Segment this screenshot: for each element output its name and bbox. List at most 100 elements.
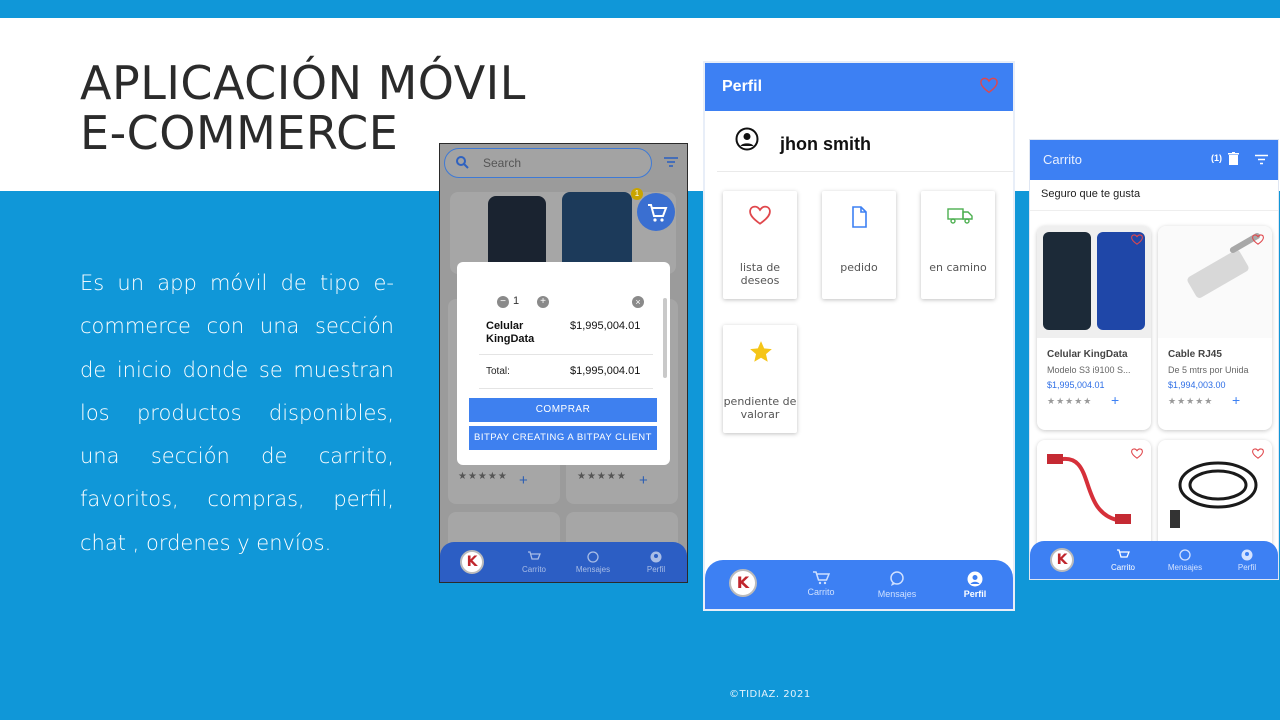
cart-fab-button[interactable]	[637, 193, 675, 231]
buy-button[interactable]: COMPRAR	[469, 398, 657, 422]
product-description: De 5 mtrs por Unida	[1168, 365, 1249, 375]
search-placeholder: Search	[483, 156, 522, 170]
add-to-cart-icon[interactable]: +	[1232, 392, 1240, 408]
product-rating: ★★★★★	[1168, 396, 1214, 406]
divider	[479, 388, 653, 389]
product-card[interactable]	[1158, 440, 1272, 550]
nav-cart-label: Carrito	[521, 565, 546, 574]
nav-messages[interactable]: Mensajes	[570, 551, 616, 574]
divider	[1030, 210, 1278, 211]
cart-icon	[1117, 549, 1130, 558]
header-title: Carrito	[1043, 152, 1083, 167]
tile-pending-review-label: pendiente de valorar	[723, 395, 797, 421]
home-logo-icon[interactable]: K	[1050, 548, 1074, 572]
heart-icon[interactable]	[1131, 448, 1143, 460]
bottom-nav: K Carrito Mensajes Perfil	[1030, 541, 1278, 579]
decrease-qty-button[interactable]: −	[497, 296, 509, 308]
truck-icon	[947, 208, 973, 224]
nav-cart[interactable]: Carrito	[799, 571, 843, 597]
nav-profile-label: Perfil	[1237, 563, 1257, 572]
phone-home-screenshot: Search 1 ★★★★★ + ★★★★★ + − 1 + × Celular…	[439, 143, 688, 583]
product-rating: ★★★★★	[458, 471, 508, 482]
product-description: Modelo S3 i9100 S...	[1047, 365, 1131, 375]
product-name: Celular KingData	[1047, 349, 1128, 360]
heart-icon[interactable]	[1252, 234, 1264, 246]
chat-icon	[1179, 549, 1191, 561]
top-accent-strip	[0, 0, 1280, 18]
nav-cart[interactable]: Carrito	[1103, 549, 1143, 572]
cart-count: (1)	[1211, 153, 1222, 163]
profile-icon	[1241, 549, 1253, 561]
phone-cart-screenshot: Carrito (1) Seguro que te gusta Celular …	[1029, 139, 1279, 580]
nav-messages[interactable]: Mensajes	[1162, 549, 1208, 572]
nav-profile-label: Perfil	[963, 589, 987, 599]
search-input[interactable]: Search	[444, 148, 652, 178]
profile-icon	[967, 571, 983, 587]
product-price: $1,995,004.01	[1047, 380, 1105, 390]
nav-cart-label: Carrito	[807, 587, 835, 597]
heart-icon[interactable]	[1131, 234, 1143, 246]
nav-profile[interactable]: Perfil	[636, 551, 676, 574]
tile-wishlist[interactable]: lista de deseos	[723, 191, 797, 299]
user-name: jhon smith	[780, 134, 871, 154]
nav-profile[interactable]: Perfil	[1227, 549, 1267, 572]
add-to-cart-icon[interactable]: +	[639, 472, 648, 489]
tile-order[interactable]: pedido	[822, 191, 896, 299]
add-to-cart-icon[interactable]: +	[1111, 392, 1119, 408]
nav-messages[interactable]: Mensajes	[871, 571, 923, 599]
bitpay-button[interactable]: BITPAY CREATING A BITPAY CLIENT	[469, 426, 657, 450]
star-icon	[750, 341, 772, 362]
tile-shipping-label: en camino	[929, 261, 987, 274]
qty-value: 1	[513, 295, 520, 307]
increase-qty-button[interactable]: +	[537, 296, 549, 308]
nav-cart-label: Carrito	[1110, 563, 1135, 572]
modal-product-name: Celular KingData	[486, 320, 535, 345]
divider	[717, 171, 1013, 172]
product-rating: ★★★★★	[577, 471, 627, 482]
search-icon	[456, 156, 469, 169]
cart-icon	[528, 551, 541, 560]
product-card[interactable]: Cable RJ45 De 5 mtrs por Unida $1,994,00…	[1158, 226, 1272, 430]
product-image	[562, 192, 632, 272]
add-to-cart-icon[interactable]: +	[519, 472, 528, 489]
filter-icon[interactable]	[1255, 154, 1268, 165]
total-value: $1,995,004.01	[570, 365, 641, 377]
tile-shipping[interactable]: en camino	[921, 191, 995, 299]
document-icon	[852, 206, 867, 228]
heart-icon[interactable]	[1252, 448, 1264, 460]
product-card[interactable]: Celular KingData Modelo S3 i9100 S... $1…	[1037, 226, 1151, 430]
header-title: Perfil	[722, 78, 763, 95]
nav-messages-label: Mensajes	[1167, 563, 1203, 572]
heart-icon[interactable]	[980, 77, 998, 95]
tile-order-label: pedido	[840, 261, 878, 274]
modal-product-price: $1,995,004.01	[570, 320, 641, 332]
chat-icon	[890, 571, 904, 586]
user-avatar-icon	[735, 127, 759, 151]
profile-icon	[650, 551, 662, 563]
nav-cart[interactable]: Carrito	[514, 551, 554, 574]
tile-wishlist-label: lista de deseos	[739, 261, 781, 287]
chat-icon	[587, 551, 599, 563]
product-rating: ★★★★★	[1047, 396, 1093, 406]
modal-scrollbar[interactable]	[663, 298, 667, 378]
product-card[interactable]	[1037, 440, 1151, 550]
app-header: Perfil	[705, 63, 1013, 111]
recommendations-heading: Seguro que te gusta	[1041, 188, 1141, 200]
cart-icon	[648, 204, 668, 222]
heart-icon	[749, 205, 771, 225]
remove-item-icon[interactable]: ×	[632, 296, 644, 308]
tile-pending-review[interactable]: pendiente de valorar	[723, 325, 797, 433]
home-logo-icon[interactable]: K	[729, 569, 757, 597]
total-label: Total:	[486, 366, 510, 377]
trash-icon[interactable]	[1228, 152, 1239, 166]
home-logo-icon[interactable]: K	[460, 550, 484, 574]
phone-profile-screenshot: Perfil jhon smith lista de deseos pedido…	[703, 61, 1015, 611]
product-name: Cable RJ45	[1168, 349, 1222, 360]
nav-profile[interactable]: Perfil	[953, 571, 997, 599]
nav-messages-label: Mensajes	[575, 565, 611, 574]
cart-modal: − 1 + × Celular KingData $1,995,004.01 T…	[457, 262, 670, 465]
divider	[479, 354, 653, 355]
filter-icon[interactable]	[664, 156, 678, 168]
slide-title-line1: APLICACIÓN MÓVIL	[80, 56, 526, 110]
search-bar: Search	[440, 144, 687, 180]
